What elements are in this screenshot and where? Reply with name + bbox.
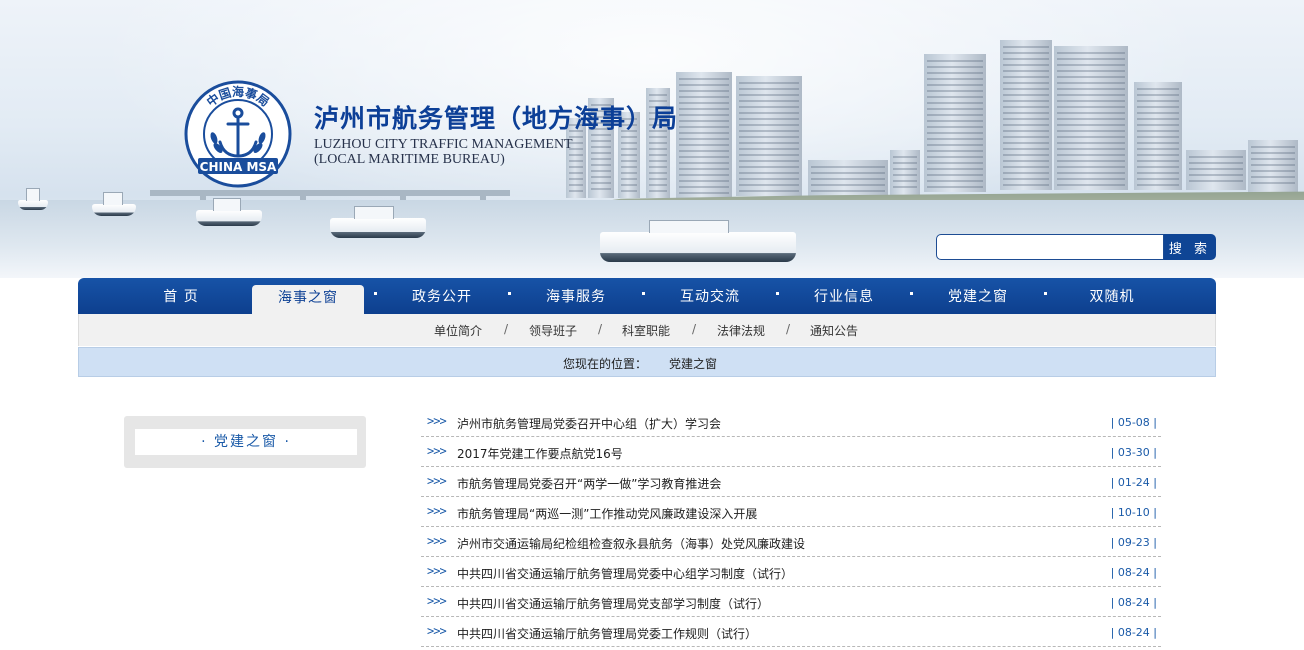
subnav-separator: / (598, 322, 603, 336)
subnav-item-department-functions[interactable]: 科室职能 (622, 322, 670, 339)
list-item[interactable]: >>> 2017年党建工作要点航党16号 | 03-30 | (421, 437, 1161, 467)
header-banner: 中国海事局 CHINA MSA 泸州市航务管理（地方海事）局 LUZHOU CI… (0, 0, 1304, 278)
bullet-arrow-icon: >>> (427, 624, 447, 638)
nav-separator-dot (910, 292, 913, 295)
article-date: | 09-23 | (1110, 536, 1157, 549)
main-nav: 首 页 海事之窗 政务公开 海事服务 互动交流 行业信息 党建之窗 双随机 (78, 278, 1216, 314)
article-title-link[interactable]: 中共四川省交通运输厅航务管理局党支部学习制度（试行） (457, 595, 769, 612)
list-item[interactable]: >>> 市航务管理局党委召开“两学一做”学习教育推进会 | 01-24 | (421, 467, 1161, 497)
nav-separator-dot (776, 292, 779, 295)
article-title-link[interactable]: 泸州市航务管理局党委召开中心组（扩大）学习会 (457, 415, 721, 432)
site-title-en-line1: LUZHOU CITY TRAFFIC MANAGEMENT (314, 137, 573, 152)
site-title-en-line2: (LOCAL MARITIME BUREAU) (314, 152, 505, 167)
sub-nav: 单位简介 / 领导班子 / 科室职能 / 法律法规 / 通知公告 (78, 314, 1216, 346)
nav-item-industry-info[interactable]: 行业信息 (788, 278, 900, 314)
bullet-arrow-icon: >>> (427, 474, 447, 488)
search-input[interactable] (936, 234, 1164, 260)
nav-item-government-affairs[interactable]: 政务公开 (386, 278, 498, 314)
article-title-link[interactable]: 中共四川省交通运输厅航务管理局党委工作规则（试行） (457, 625, 757, 642)
boat-image (600, 220, 796, 262)
list-item[interactable]: >>> 市航务管理局“两巡一测”工作推动党风廉政建设深入开展 | 10-10 | (421, 497, 1161, 527)
nav-item-maritime-window[interactable]: 海事之窗 (252, 285, 364, 314)
site-title-cn: 泸州市航务管理（地方海事）局 (314, 104, 679, 133)
breadcrumb-current[interactable]: 党建之窗 (669, 355, 717, 372)
subnav-separator: / (786, 322, 791, 336)
article-date: | 08-24 | (1110, 596, 1157, 609)
article-title-link[interactable]: 2017年党建工作要点航党16号 (457, 445, 623, 462)
bullet-arrow-icon: >>> (427, 504, 447, 518)
bullet-arrow-icon: >>> (427, 444, 447, 458)
list-item[interactable]: >>> 泸州市航务管理局党委召开中心组（扩大）学习会 | 05-08 | (421, 407, 1161, 437)
bullet-arrow-icon: >>> (427, 594, 447, 608)
subnav-item-leadership[interactable]: 领导班子 (529, 322, 577, 339)
boat-image (330, 206, 426, 238)
nav-separator-dot (374, 292, 377, 295)
list-item[interactable]: >>> 泸州市交通运输局纪检组检查叙永县航务（海事）处党风廉政建设 | 09-2… (421, 527, 1161, 557)
list-item[interactable]: >>> 中共四川省交通运输厅航务管理局党支部学习制度（试行） | 08-24 | (421, 587, 1161, 617)
list-item[interactable]: >>> 中共四川省交通运输厅航务管理局党委中心组学习制度（试行） | 08-24… (421, 557, 1161, 587)
article-date: | 01-24 | (1110, 476, 1157, 489)
nav-item-maritime-services[interactable]: 海事服务 (520, 278, 632, 314)
nav-item-home[interactable]: 首 页 (125, 278, 237, 314)
subnav-item-laws[interactable]: 法律法规 (717, 322, 765, 339)
sidebar-section: · 党建之窗 · (124, 416, 366, 468)
boat-image (92, 192, 136, 216)
article-date: | 08-24 | (1110, 566, 1157, 579)
breadcrumb-label: 您现在的位置： (563, 357, 648, 371)
china-msa-logo: 中国海事局 CHINA MSA (184, 80, 292, 188)
subnav-separator: / (504, 322, 509, 336)
bullet-arrow-icon: >>> (427, 534, 447, 548)
boat-image (18, 188, 48, 210)
bullet-arrow-icon: >>> (427, 414, 447, 428)
nav-item-double-random[interactable]: 双随机 (1056, 278, 1168, 314)
article-title-link[interactable]: 市航务管理局“两巡一测”工作推动党风廉政建设深入开展 (457, 505, 757, 522)
search-button[interactable]: 搜 索 (1164, 234, 1216, 260)
subnav-item-notices[interactable]: 通知公告 (810, 322, 858, 339)
list-item[interactable]: >>> 中共四川省交通运输厅航务管理局党委工作规则（试行） | 08-24 | (421, 617, 1161, 647)
breadcrumb: 您现在的位置： 党建之窗 (78, 347, 1216, 377)
subnav-separator: / (692, 322, 697, 336)
boat-image (196, 198, 262, 226)
nav-separator-dot (508, 292, 511, 295)
bullet-arrow-icon: >>> (427, 564, 447, 578)
article-title-link[interactable]: 中共四川省交通运输厅航务管理局党委中心组学习制度（试行） (457, 565, 793, 582)
site-title-en: LUZHOU CITY TRAFFIC MANAGEMENT (LOCAL MA… (314, 137, 573, 167)
article-list: >>> 泸州市航务管理局党委召开中心组（扩大）学习会 | 05-08 | >>>… (421, 407, 1161, 647)
article-date: | 10-10 | (1110, 506, 1157, 519)
nav-separator-dot (642, 292, 645, 295)
article-date: | 03-30 | (1110, 446, 1157, 459)
subnav-item-unit-intro[interactable]: 单位简介 (434, 322, 482, 339)
article-date: | 05-08 | (1110, 416, 1157, 429)
sidebar-heading[interactable]: · 党建之窗 · (135, 429, 357, 455)
article-date: | 08-24 | (1110, 626, 1157, 639)
logo-bottom-text: CHINA MSA (200, 160, 277, 174)
article-title-link[interactable]: 泸州市交通运输局纪检组检查叙永县航务（海事）处党风廉政建设 (457, 535, 805, 552)
nav-item-party-building[interactable]: 党建之窗 (922, 278, 1034, 314)
article-title-link[interactable]: 市航务管理局党委召开“两学一做”学习教育推进会 (457, 475, 721, 492)
nav-separator-dot (1044, 292, 1047, 295)
nav-item-interaction[interactable]: 互动交流 (654, 278, 766, 314)
